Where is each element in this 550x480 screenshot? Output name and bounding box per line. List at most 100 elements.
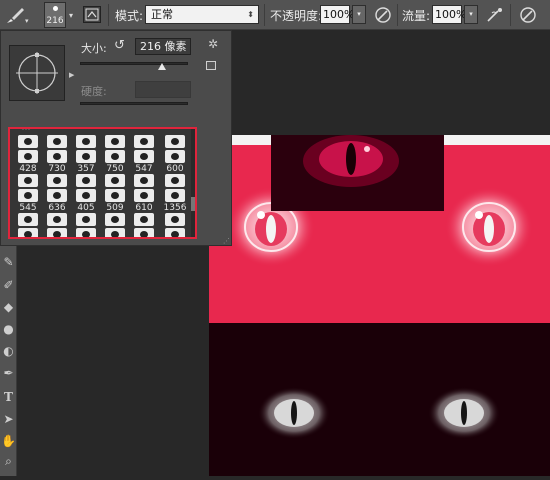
- hand-tool-icon[interactable]: ✋: [1, 434, 16, 452]
- separator: [264, 4, 265, 26]
- brush-preset-thumbnail[interactable]: [18, 228, 38, 237]
- panel-resize-grip-icon[interactable]: ⋰: [223, 237, 230, 245]
- size-input[interactable]: 216 像素: [135, 38, 191, 55]
- brush-preset-thumbnail[interactable]: [105, 228, 125, 237]
- eye-brush-icon: [171, 153, 179, 160]
- bucket-tool-icon[interactable]: ●: [1, 322, 16, 340]
- preset-scrollbar-thumb[interactable]: [191, 197, 195, 211]
- brush-crosshair-icon: [16, 52, 58, 94]
- brush-preset-thumbnail[interactable]: [47, 135, 67, 148]
- eye-brush-icon: [24, 138, 32, 145]
- eraser-tool-icon[interactable]: ◆: [1, 300, 16, 318]
- size-slider[interactable]: [80, 62, 188, 65]
- brush-preset-thumbnail[interactable]: [18, 135, 38, 148]
- brush-preset-thumbnail[interactable]: [18, 174, 38, 187]
- dodge-tool-icon[interactable]: ◐: [1, 344, 16, 362]
- brush-panel-toggle-button[interactable]: [83, 6, 101, 23]
- brush-preset-thumbnail[interactable]: [134, 135, 154, 148]
- separator: [397, 4, 398, 26]
- flow-dropdown-button[interactable]: ▾: [464, 5, 478, 24]
- brush-preset-size: 357: [77, 164, 95, 174]
- brush-tool-icon[interactable]: ✐: [1, 278, 16, 296]
- opacity-field[interactable]: 100%: [320, 5, 354, 24]
- brush-preset-picker[interactable]: 216: [44, 2, 66, 28]
- size-slider-thumb[interactable]: [158, 63, 166, 70]
- brush-preset-thumbnail[interactable]: [47, 228, 67, 237]
- document-canvas[interactable]: [209, 135, 550, 476]
- brush-preset-thumbnail[interactable]: [47, 174, 67, 187]
- airbrush-button[interactable]: [484, 5, 506, 25]
- eye-brush-icon: [82, 138, 90, 145]
- brush-preset-size: 405: [77, 203, 95, 213]
- brush-preset-size: 545: [19, 203, 37, 213]
- brush-preset-thumbnail[interactable]: [105, 135, 125, 148]
- pressure-size-button[interactable]: [517, 5, 539, 25]
- eye-brush-icon: [82, 153, 90, 160]
- dark-eyes-layer: [209, 323, 550, 476]
- brush-tip-preview: [53, 6, 58, 11]
- preset-caret-icon[interactable]: ▾: [69, 11, 73, 20]
- eye-brush-icon: [171, 192, 179, 199]
- svg-text:▾: ▾: [25, 17, 29, 25]
- brush-preset-thumbnail[interactable]: [165, 174, 185, 187]
- brush-preset-thumbnail[interactable]: [76, 174, 96, 187]
- brush-preset-thumbnail[interactable]: [47, 150, 67, 163]
- brush-preset-thumbnail[interactable]: [76, 150, 96, 163]
- brush-preset-thumbnail[interactable]: [76, 213, 96, 226]
- brush-preset-list[interactable]: ⋯ 42873035775054760054563640550961013561…: [8, 127, 197, 239]
- eye-brush-icon: [140, 177, 148, 184]
- brush-preset-thumbnail[interactable]: [18, 189, 38, 202]
- brush-preset-thumbnail[interactable]: [18, 150, 38, 163]
- brush-preset-thumbnail[interactable]: [47, 189, 67, 202]
- brush-preset-thumbnail[interactable]: [165, 150, 185, 163]
- pen-tool-icon[interactable]: ✎: [1, 255, 16, 273]
- brush-preset-size: 428: [19, 164, 37, 174]
- brush-preset-thumbnail[interactable]: [134, 150, 154, 163]
- brush-preset-size: 750: [106, 164, 124, 174]
- opacity-dropdown-button[interactable]: ▾: [352, 5, 366, 24]
- brush-preset-thumbnail[interactable]: [134, 174, 154, 187]
- eye-brush-icon: [53, 138, 61, 145]
- brush-preset-thumbnail[interactable]: [165, 228, 185, 237]
- brush-preset-thumbnail[interactable]: [76, 135, 96, 148]
- eye-brush-icon: [111, 216, 119, 223]
- chevron-updown-icon: ⬍: [247, 10, 254, 19]
- preset-scrollbar[interactable]: [191, 129, 195, 237]
- brush-size-label: ⋯: [21, 127, 31, 135]
- brush-preset-thumbnail[interactable]: [47, 213, 67, 226]
- dark-eyes-artwork: [258, 387, 500, 439]
- brush-preset-thumbnail[interactable]: [134, 228, 154, 237]
- brush-preset-thumbnail[interactable]: [18, 213, 38, 226]
- type-tool-icon[interactable]: T: [1, 390, 16, 408]
- brush-preset-thumbnail[interactable]: [105, 213, 125, 226]
- eye-brush-icon: [111, 138, 119, 145]
- mode-dropdown[interactable]: 正常 ⬍: [145, 5, 259, 24]
- gear-icon[interactable]: ✲: [208, 37, 218, 51]
- new-preset-icon[interactable]: [206, 61, 216, 70]
- brush-preset-thumbnail[interactable]: [105, 189, 125, 202]
- zoom-tool-icon[interactable]: ⌕: [1, 454, 16, 472]
- brush-preset-thumbnail[interactable]: [134, 189, 154, 202]
- options-bar: ▾ 216 ▾ 模式: 正常 ⬍ 不透明度: 100% ▾ 流量: 100% ▾: [0, 0, 550, 30]
- brush-preset-thumbnail[interactable]: [76, 189, 96, 202]
- brush-preset-size: 509: [106, 203, 124, 213]
- pressure-opacity-icon: [375, 7, 391, 23]
- pen-path-tool-icon[interactable]: ✒: [1, 366, 16, 384]
- pressure-opacity-button[interactable]: [372, 5, 394, 25]
- brush-preset-thumbnail[interactable]: [165, 189, 185, 202]
- brush-preset-panel: ▶ 大小: ↺ 216 像素 ✲ 硬度: ⋯ 428 730 357 750 547 60…: [0, 30, 232, 246]
- brush-preset-thumbnail[interactable]: [105, 150, 125, 163]
- brush-tool-button[interactable]: ▾: [4, 4, 32, 26]
- brush-preset-thumbnail[interactable]: [76, 228, 96, 237]
- reset-size-icon[interactable]: ↺: [114, 38, 125, 53]
- eye-brush-icon: [53, 153, 61, 160]
- brush-preset-thumbnail[interactable]: [105, 174, 125, 187]
- path-select-tool-icon[interactable]: ➤: [1, 412, 16, 430]
- opacity-value: 100%: [323, 8, 355, 21]
- flow-field[interactable]: 100%: [432, 5, 466, 24]
- brush-preset-thumbnail[interactable]: [165, 213, 185, 226]
- brush-preset-thumbnail[interactable]: [165, 135, 185, 148]
- dark-eye-artwork: [271, 135, 444, 211]
- eye-brush-icon: [82, 192, 90, 199]
- brush-preset-thumbnail[interactable]: [134, 213, 154, 226]
